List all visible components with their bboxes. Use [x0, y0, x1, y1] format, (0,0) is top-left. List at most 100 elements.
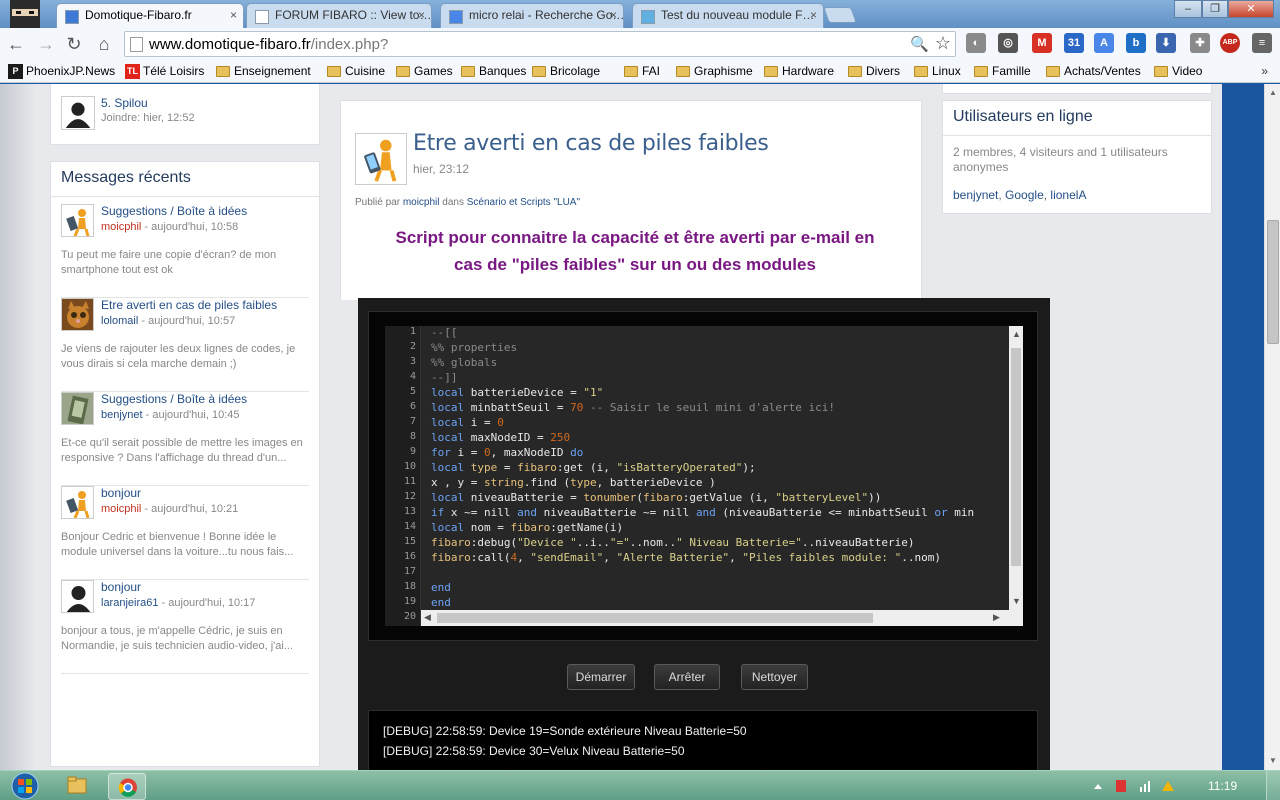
cat-avatar-icon[interactable]: [61, 298, 94, 331]
home-icon[interactable]: ⌂: [92, 32, 116, 56]
url-text[interactable]: www.domotique-fibaro.fr/index.php?: [149, 36, 388, 53]
bookmark-star-icon[interactable]: ☆: [935, 33, 951, 54]
tab-title: Domotique-Fibaro.fr: [85, 8, 192, 22]
article-title[interactable]: Etre averti en cas de piles faibles: [413, 131, 769, 156]
site-favicon-icon: P: [8, 64, 23, 79]
show-desktop-button[interactable]: [1266, 771, 1280, 800]
online-user-link[interactable]: lionelA: [1050, 188, 1086, 202]
minimize-button[interactable]: –: [1174, 0, 1202, 18]
online-user-link[interactable]: benjynet: [953, 188, 998, 202]
bookmark-folder[interactable]: Famille: [974, 63, 1031, 80]
bookmark-folder[interactable]: Enseignement: [216, 63, 311, 80]
author-link[interactable]: moicphil: [403, 197, 440, 208]
bookmark-folder[interactable]: Linux: [914, 63, 961, 80]
address-bar[interactable]: www.domotique-fibaro.fr/index.php? 🔍 ☆: [124, 31, 956, 57]
adblock-icon[interactable]: ABP: [1220, 33, 1240, 53]
recent-message-item[interactable]: bonjour moicphil - aujourd'hui, 10:21 Bonj…: [61, 486, 309, 580]
recent-message-item[interactable]: bonjour laranjeira61 - aujourd'hui, 10:17…: [61, 580, 309, 674]
forward-arrow-icon[interactable]: →: [34, 32, 58, 56]
scroll-right-icon[interactable]: ▶: [993, 612, 1000, 623]
page-scroll-up-icon[interactable]: ▲: [1268, 88, 1278, 97]
editor-vertical-thumb[interactable]: [1011, 348, 1021, 566]
page-scroll-down-icon[interactable]: ▼: [1268, 756, 1278, 765]
online-user-link[interactable]: Google: [1005, 188, 1044, 202]
close-tab-icon[interactable]: ×: [810, 8, 817, 22]
page-scrollbar[interactable]: ▲ ▼: [1264, 84, 1280, 770]
download-icon[interactable]: ⬇: [1156, 33, 1176, 53]
gmail-icon[interactable]: M: [1032, 33, 1052, 53]
b-icon[interactable]: b: [1126, 33, 1146, 53]
taskbar-clock[interactable]: 11:19: [1208, 779, 1237, 793]
scroll-up-icon[interactable]: ▲: [1012, 329, 1021, 339]
message-topic-link[interactable]: Suggestions / Boîte à idées: [101, 392, 247, 406]
steering-icon[interactable]: ◎: [998, 33, 1018, 53]
bookmark-link[interactable]: P PhoenixJP.News: [8, 63, 115, 80]
scroll-down-icon[interactable]: ▼: [1012, 596, 1021, 606]
orange-figure-avatar-icon[interactable]: [61, 486, 94, 519]
member-row[interactable]: 5. Spilou Joindre: hier, 12:52: [61, 96, 311, 132]
zoom-icon[interactable]: 🔍: [910, 35, 929, 53]
article-panel: Etre averti en cas de piles faibles hier…: [340, 100, 922, 300]
recent-message-item[interactable]: Etre averti en cas de piles faibles lolom…: [61, 298, 309, 392]
bookmark-folder[interactable]: Graphisme: [676, 63, 753, 80]
member-name[interactable]: 5. Spilou: [101, 96, 148, 110]
message-author-link[interactable]: laranjeira61: [101, 597, 158, 609]
code-editor[interactable]: 1 2 3 4 5 6 7 8 9 10 11 12 13 14 15 16 17 18 19 20 --[[%% p…: [385, 326, 1023, 626]
close-tab-icon[interactable]: ×: [418, 8, 425, 22]
browser-tab[interactable]: FORUM FIBARO :: View to… ×: [246, 3, 432, 28]
bookmark-folder[interactable]: Cuisine: [327, 63, 385, 80]
chrome-taskbar-button[interactable]: [108, 773, 146, 800]
windows-start-icon[interactable]: [6, 771, 44, 800]
message-topic-link[interactable]: bonjour: [101, 580, 141, 594]
message-author-link[interactable]: benjynet: [101, 409, 143, 421]
bookmark-folder[interactable]: FAI: [624, 63, 660, 80]
wrench-icon[interactable]: ≡: [1252, 33, 1272, 53]
bookmark-link[interactable]: TL Télé Loisirs: [125, 63, 204, 80]
bookmark-folder[interactable]: Divers: [848, 63, 900, 80]
online-users-widget: Utilisateurs en ligne 2 membres, 4 visit…: [942, 100, 1212, 214]
calendar-icon[interactable]: 31: [1064, 33, 1084, 53]
default-user-avatar-icon[interactable]: [61, 580, 94, 613]
bookmark-folder[interactable]: Games: [396, 63, 453, 80]
close-tab-icon[interactable]: ×: [230, 8, 237, 22]
bookmark-folder[interactable]: Hardware: [764, 63, 834, 80]
translate-icon[interactable]: A: [1094, 33, 1114, 53]
start-button[interactable]: Démarrer: [567, 664, 635, 690]
new-tab-button[interactable]: [823, 7, 857, 23]
page-scroll-thumb[interactable]: [1267, 220, 1279, 344]
bookmark-folder[interactable]: Achats/Ventes: [1046, 63, 1141, 80]
message-topic-link[interactable]: bonjour: [101, 486, 141, 500]
message-topic-link[interactable]: Etre averti en cas de piles faibles: [101, 298, 277, 312]
stop-button[interactable]: Arrêter: [654, 664, 720, 690]
message-author-link[interactable]: lolomail: [101, 315, 138, 327]
browser-tab[interactable]: Test du nouveau module F… ×: [632, 3, 824, 28]
bookmarks-overflow-button[interactable]: »: [1261, 64, 1268, 78]
editor-vertical-scrollbar[interactable]: ▲ ▼: [1009, 326, 1023, 610]
back-arrow-icon[interactable]: ←: [4, 32, 28, 56]
editor-horizontal-scrollbar[interactable]: ◀ ▶: [421, 610, 1023, 626]
bookmark-folder[interactable]: Bricolage: [532, 63, 600, 80]
orange-figure-avatar-icon[interactable]: [61, 204, 94, 237]
recent-message-item[interactable]: Suggestions / Boîte à idées benjynet - au…: [61, 392, 309, 486]
maximize-button[interactable]: ❐: [1202, 0, 1228, 18]
close-tab-icon[interactable]: ×: [610, 8, 617, 22]
bookmark-folder[interactable]: Video: [1154, 63, 1202, 80]
category-link[interactable]: Scénario et Scripts "LUA": [467, 197, 580, 208]
explorer-taskbar-button[interactable]: [58, 773, 96, 800]
scroll-left-icon[interactable]: ◀: [424, 612, 431, 623]
clear-button[interactable]: Nettoyer: [741, 664, 808, 690]
reload-icon[interactable]: ↻: [62, 32, 86, 56]
close-window-button[interactable]: ✕: [1228, 0, 1274, 18]
browser-tab[interactable]: Domotique-Fibaro.fr ×: [56, 3, 244, 28]
message-author-link[interactable]: moicphil: [101, 221, 141, 233]
editor-horizontal-thumb[interactable]: [437, 613, 873, 623]
recent-message-item[interactable]: Suggestions / Boîte à idées moicphil - au…: [61, 204, 309, 298]
message-author-link[interactable]: moicphil: [101, 503, 141, 515]
photo-avatar-icon[interactable]: [61, 392, 94, 425]
globe-icon[interactable]: ◐: [966, 33, 986, 53]
message-topic-link[interactable]: Suggestions / Boîte à idées: [101, 204, 247, 218]
bookmark-folder[interactable]: Banques: [461, 63, 526, 80]
browser-tab[interactable]: micro relai - Recherche Go… ×: [440, 3, 624, 28]
code-sandbox: 1 2 3 4 5 6 7 8 9 10 11 12 13 14 15 16 17 18 19 20 --[[%% p…: [358, 298, 1050, 770]
puzzle-icon[interactable]: ✚: [1190, 33, 1210, 53]
